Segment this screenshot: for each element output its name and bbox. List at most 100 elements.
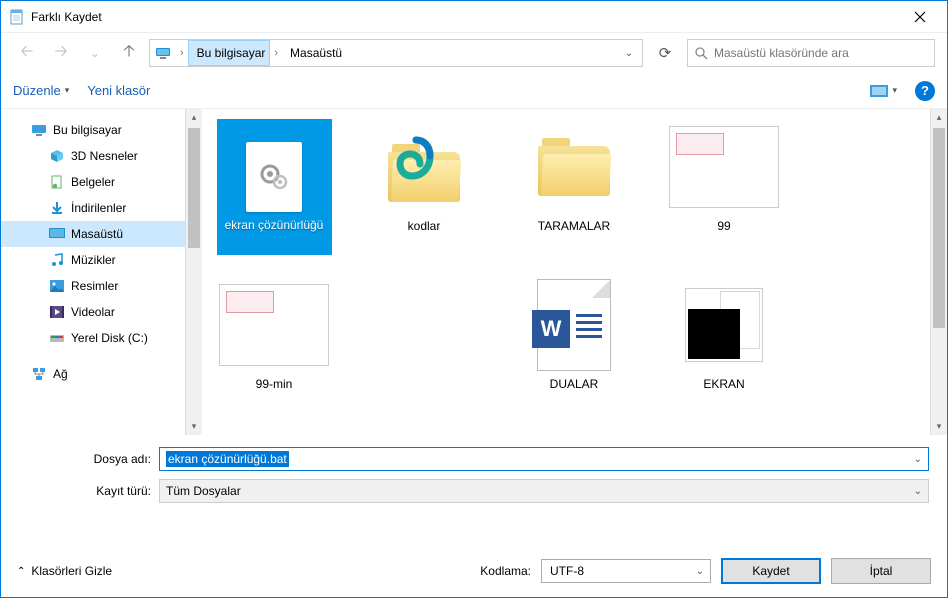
encoding-label: Kodlama: <box>480 564 531 578</box>
tree-label: Masaüstü <box>71 227 123 241</box>
tree-label: Belgeler <box>71 175 115 189</box>
tree-label: Videolar <box>71 305 115 319</box>
tree-label: Yerel Disk (C:) <box>71 331 148 345</box>
file-label: kodlar <box>408 219 441 233</box>
navbar: 🡠 🡢 ⌄ 🡡 › Bu bilgisayar › Masaüstü ⌄ ⟳ <box>1 33 947 73</box>
file-list[interactable]: ekran çözünürlüğü kodlar TARAMALAR <box>202 109 930 435</box>
document-icon <box>49 174 65 190</box>
toolbar: Düzenle▾ Yeni klasör ▾ ? <box>1 73 947 109</box>
download-icon <box>49 200 65 216</box>
file-kodlar[interactable]: kodlar <box>364 119 484 255</box>
file-ekran-cozunurlugu[interactable]: ekran çözünürlüğü <box>214 119 334 255</box>
organize-button[interactable]: Düzenle▾ <box>13 83 69 98</box>
file-label: TARAMALAR <box>538 219 610 233</box>
titlebar: Farklı Kaydet <box>1 1 947 33</box>
pc-icon[interactable] <box>150 40 176 66</box>
music-icon <box>49 252 65 268</box>
chevron-right-icon[interactable]: › <box>176 47 188 59</box>
chevron-down-icon[interactable]: ⌄ <box>914 486 922 497</box>
folder-icon <box>369 119 479 215</box>
middle-pane: Bu bilgisayar 3D Nesneler Belgeler İndir… <box>1 109 947 435</box>
file-label: EKRAN <box>703 377 744 391</box>
recent-dropdown[interactable]: ⌄ <box>81 39 109 67</box>
disk-icon <box>49 330 65 346</box>
file-label: DUALAR <box>550 377 599 391</box>
file-label: ekran çözünürlüğü <box>225 218 324 232</box>
file-ekran[interactable]: EKRAN <box>664 277 784 391</box>
filename-label: Dosya adı: <box>71 452 151 466</box>
tree-downloads[interactable]: İndirilenler <box>1 195 185 221</box>
tree-label: Müzikler <box>71 253 116 267</box>
pictures-icon <box>49 278 65 294</box>
chevron-up-icon: ⌃ <box>17 566 25 577</box>
tree-documents[interactable]: Belgeler <box>1 169 185 195</box>
scroll-up-icon[interactable]: ▴ <box>186 109 202 126</box>
breadcrumb-dropdown[interactable]: ⌄ <box>616 48 642 59</box>
tree-pictures[interactable]: Resimler <box>1 273 185 299</box>
save-button[interactable]: Kaydet <box>721 558 821 584</box>
filename-input[interactable]: ekran çözünürlüğü.bat ⌄ <box>159 447 929 471</box>
search-box[interactable] <box>687 39 935 67</box>
breadcrumb-current-label: Masaüstü <box>290 46 342 60</box>
file-99[interactable]: 99 <box>664 119 784 255</box>
refresh-button[interactable]: ⟳ <box>649 39 681 67</box>
help-button[interactable]: ? <box>915 81 935 101</box>
file-99-min[interactable]: 99-min <box>214 277 334 391</box>
desktop-icon <box>49 226 65 242</box>
tree-videos[interactable]: Videolar <box>1 299 185 325</box>
view-button[interactable]: ▾ <box>870 83 897 99</box>
close-button[interactable] <box>897 2 943 32</box>
file-scrollbar[interactable]: ▴ ▾ <box>930 109 947 435</box>
bottom-bar: ⌃ Klasörleri Gizle Kodlama: UTF-8 ⌄ Kayd… <box>1 545 947 597</box>
new-folder-button[interactable]: Yeni klasör <box>87 83 150 98</box>
forward-button[interactable]: 🡢 <box>47 39 75 67</box>
tree-network[interactable]: Ağ <box>1 361 185 387</box>
videos-icon <box>49 304 65 320</box>
chevron-right-icon[interactable]: › <box>270 47 282 59</box>
image-icon <box>669 119 779 215</box>
scroll-down-icon[interactable]: ▾ <box>931 418 947 435</box>
pc-icon <box>31 122 47 138</box>
file-taramalar[interactable]: TARAMALAR <box>514 119 634 255</box>
tree-label: Bu bilgisayar <box>53 123 122 137</box>
filetype-select[interactable]: Tüm Dosyalar ⌄ <box>159 479 929 503</box>
file-area: ekran çözünürlüğü kodlar TARAMALAR <box>202 109 947 435</box>
filename-value: ekran çözünürlüğü.bat <box>166 451 289 467</box>
filetype-label: Kayıt türü: <box>71 484 151 498</box>
tree-desktop[interactable]: Masaüstü <box>1 221 185 247</box>
chevron-down-icon[interactable]: ⌄ <box>914 454 922 465</box>
file-dualar[interactable]: W DUALAR <box>514 277 634 391</box>
cancel-label: İptal <box>870 564 893 578</box>
hide-folders-button[interactable]: ⌃ Klasörleri Gizle <box>17 564 112 578</box>
nav-tree: Bu bilgisayar 3D Nesneler Belgeler İndir… <box>1 109 185 435</box>
batch-file-icon <box>246 142 302 212</box>
hide-folders-label: Klasörleri Gizle <box>31 564 112 578</box>
breadcrumb-root-label: Bu bilgisayar <box>197 46 266 60</box>
search-icon <box>694 46 708 60</box>
tree-label: Ağ <box>53 367 68 381</box>
tree-this-pc[interactable]: Bu bilgisayar <box>1 117 185 143</box>
encoding-value: UTF-8 <box>550 564 584 578</box>
tree-local-disk[interactable]: Yerel Disk (C:) <box>1 325 185 351</box>
tree-music[interactable]: Müzikler <box>1 247 185 273</box>
scroll-thumb[interactable] <box>933 128 945 328</box>
tree-3d-objects[interactable]: 3D Nesneler <box>1 143 185 169</box>
breadcrumb[interactable]: › Bu bilgisayar › Masaüstü ⌄ <box>149 39 643 67</box>
scroll-up-icon[interactable]: ▴ <box>931 109 947 126</box>
breadcrumb-root[interactable]: Bu bilgisayar <box>188 40 271 66</box>
scroll-down-icon[interactable]: ▾ <box>186 418 202 435</box>
chevron-down-icon[interactable]: ⌄ <box>696 566 704 577</box>
back-button[interactable]: 🡠 <box>13 39 41 67</box>
file-label: 99-min <box>256 377 293 391</box>
window-title: Farklı Kaydet <box>31 10 897 24</box>
breadcrumb-current[interactable]: Masaüstü <box>282 40 346 66</box>
up-button[interactable]: 🡡 <box>115 39 143 67</box>
cube-icon <box>49 148 65 164</box>
cancel-button[interactable]: İptal <box>831 558 931 584</box>
image-icon <box>669 277 779 373</box>
scroll-thumb[interactable] <box>188 128 200 248</box>
encoding-select[interactable]: UTF-8 ⌄ <box>541 559 711 583</box>
tree-label: Resimler <box>71 279 118 293</box>
search-input[interactable] <box>714 46 928 60</box>
tree-scrollbar[interactable]: ▴ ▾ <box>185 109 202 435</box>
